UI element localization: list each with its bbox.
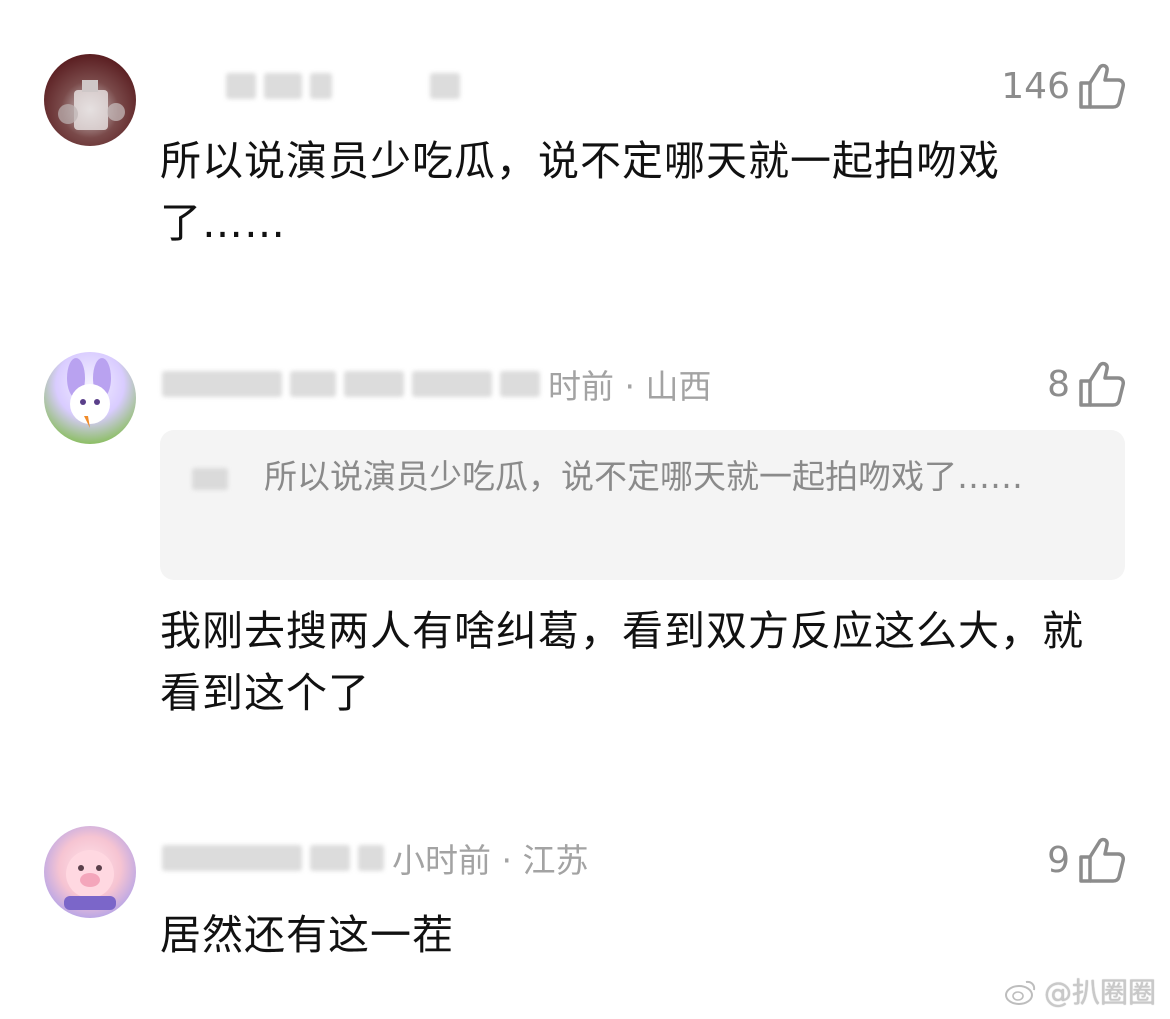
redacted-username xyxy=(310,845,350,871)
redacted-username xyxy=(162,845,302,871)
comment-item: 小时前 · 江苏 9 居然还有这一茬 xyxy=(0,0,1170,1000)
comment-meta-text: 小时前 · 江苏 xyxy=(392,841,589,880)
comment-content: 居然还有这一茬 xyxy=(160,911,454,959)
user-avatar[interactable] xyxy=(44,826,136,918)
thumbs-up-icon xyxy=(1079,837,1125,883)
redacted-username xyxy=(358,845,384,871)
avatar-image xyxy=(64,850,116,910)
weibo-icon xyxy=(1004,980,1036,1005)
like-button[interactable]: 9 xyxy=(1047,832,1126,888)
like-count: 9 xyxy=(1047,839,1070,881)
watermark: @扒圈圈 xyxy=(1004,971,1156,1011)
comment-meta: 小时前 · 江苏 xyxy=(162,834,588,882)
watermark-text: @扒圈圈 xyxy=(1043,976,1156,1009)
